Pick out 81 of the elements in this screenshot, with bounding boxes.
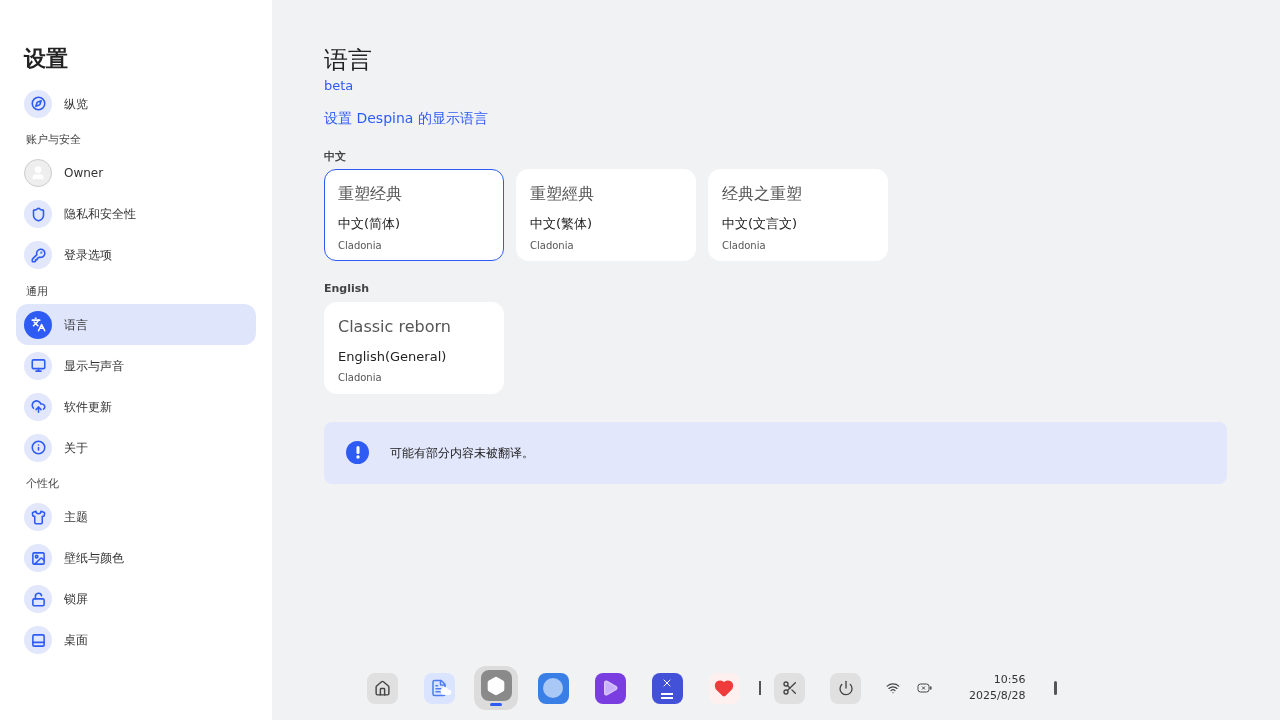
home-icon — [366, 672, 398, 704]
beta-label: beta — [324, 77, 354, 95]
shirt-icon — [24, 503, 52, 531]
sidebar-item[interactable]: Owner — [16, 152, 256, 194]
sphere-app-icon — [537, 672, 569, 704]
group-heading: 中文 — [324, 148, 346, 165]
group-heading: English — [324, 281, 370, 297]
key-icon — [24, 241, 52, 269]
author-label: Cladonia — [722, 238, 766, 253]
desktop-icon — [24, 626, 52, 654]
language-name: 中文(简体) — [338, 215, 401, 233]
sidebar-item[interactable]: 软件更新 — [16, 386, 256, 427]
unlocked-padlock-icon — [24, 585, 52, 613]
play-app-icon — [594, 672, 626, 704]
sidebar-item-label: 显示与声音 — [64, 357, 124, 375]
compass-icon — [24, 89, 52, 118]
power-button[interactable] — [830, 672, 861, 704]
sidebar-item[interactable]: 显示与声音 — [16, 345, 256, 386]
section-header: 个性化 — [25, 476, 60, 492]
sidebar-item-label: Owner — [64, 165, 104, 182]
taskbar-app[interactable] — [474, 666, 518, 710]
page-subtitle: 设置 Despina 的显示语言 — [324, 108, 488, 128]
sidebar-item-label: 登录选项 — [64, 247, 112, 264]
sample-text: 重塑經典 — [530, 183, 594, 205]
calculator-app-icon — [651, 672, 683, 704]
sample-text: 重塑经典 — [338, 183, 402, 205]
sidebar-item[interactable]: 纵览 — [16, 83, 256, 124]
sidebar-item-label: 壁纸与颜色 — [64, 550, 124, 567]
battery-icon[interactable] — [917, 683, 932, 693]
sidebar-item-label: 语言 — [64, 316, 88, 334]
language-card[interactable]: 重塑经典 中文(简体) Cladonia — [324, 169, 504, 261]
sidebar-item-label: 锁屏 — [64, 591, 88, 608]
sidebar-item-label: 桌面 — [64, 632, 88, 649]
monitor-icon — [24, 351, 52, 380]
settings-icon — [480, 670, 512, 701]
sidebar-item[interactable]: 隐私和安全性 — [16, 193, 256, 235]
author-label: Cladonia — [530, 238, 574, 253]
sidebar-item-label: 纵览 — [64, 95, 88, 113]
active-indicator — [490, 703, 502, 706]
language-card[interactable]: Classic reborn English(General) Cladonia — [324, 301, 504, 394]
language-name: English(General) — [338, 347, 447, 366]
sidebar-item[interactable]: 主题 — [16, 496, 256, 538]
sample-text: 经典之重塑 — [722, 183, 802, 205]
info-icon — [24, 433, 52, 462]
avatar-icon — [24, 159, 52, 187]
notice-text: 可能有部分内容未被翻译。 — [390, 444, 534, 462]
section-header: 通用 — [25, 283, 49, 300]
page-title: 语言 — [324, 45, 373, 76]
translate-icon — [24, 310, 52, 339]
power-icon — [837, 680, 854, 696]
sidebar-item-label: 关于 — [64, 439, 88, 457]
sidebar-title: 设置 — [22, 45, 69, 73]
sidebar-item[interactable]: 语言 — [16, 304, 256, 345]
sidebar-item[interactable]: 壁纸与颜色 — [16, 537, 256, 579]
author-label: Cladonia — [338, 238, 382, 253]
sidebar-item[interactable]: 锁屏 — [16, 578, 256, 620]
language-card[interactable]: 重塑經典 中文(繁体) Cladonia — [516, 169, 696, 261]
language-name: 中文(文言文) — [722, 215, 798, 233]
picture-icon — [24, 544, 52, 572]
sidebar-item[interactable]: 关于 — [16, 427, 256, 468]
clock-date: 2025/8/28 — [969, 688, 1026, 704]
sidebar-item[interactable]: 桌面 — [16, 619, 256, 661]
scissors-icon — [781, 680, 798, 696]
author-label: Cladonia — [338, 371, 382, 385]
screenshot-button[interactable] — [774, 672, 805, 704]
sidebar-item[interactable]: 登录选项 — [16, 234, 256, 276]
sample-text: Classic reborn — [338, 315, 451, 338]
notes-app-icon — [423, 672, 455, 704]
cloud-upload-icon — [24, 392, 52, 421]
heart-app-icon — [708, 672, 740, 704]
section-header: 账户与安全 — [25, 132, 82, 148]
sidebar-item-label: 隐私和安全性 — [64, 206, 136, 223]
show-desktop-button[interactable] — [1054, 681, 1058, 695]
clock-time: 10:56 — [993, 671, 1026, 688]
language-card[interactable]: 经典之重塑 中文(文言文) Cladonia — [708, 169, 888, 261]
sidebar-item-label: 软件更新 — [64, 398, 112, 416]
wifi-icon[interactable] — [886, 681, 900, 695]
shield-icon — [24, 200, 52, 228]
sidebar-item-label: 主题 — [64, 509, 88, 526]
alert-icon — [346, 441, 369, 464]
language-name: 中文(繁体) — [530, 215, 593, 233]
